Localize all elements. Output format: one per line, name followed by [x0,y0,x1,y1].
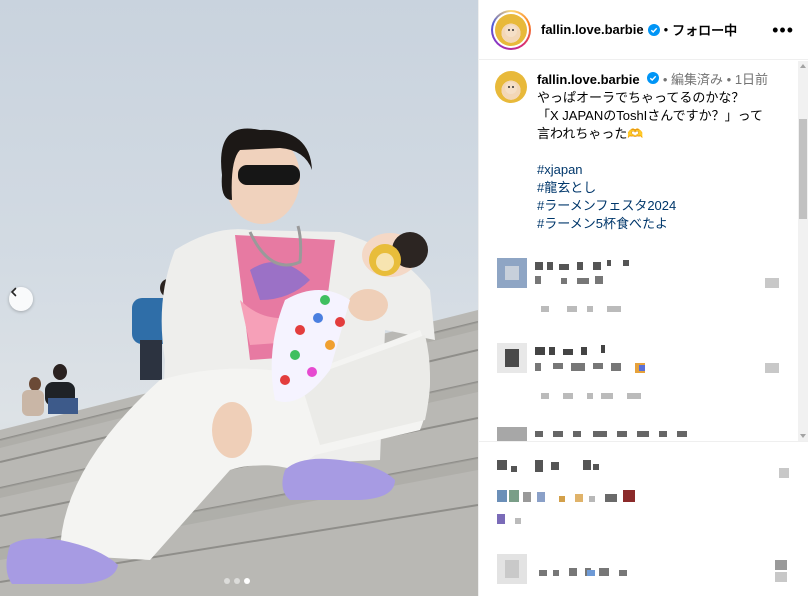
caption-line: 言われちゃった🫶 [537,126,644,141]
post-caption: fallin.love.barbie • 編集済み • 1日前 やっぱオーラでち… [479,61,808,233]
avatar[interactable] [495,13,527,46]
carousel-prev-button[interactable] [9,287,33,311]
blurred-comment-graphic [497,258,779,312]
comment-blurred [497,341,787,411]
hashtag-link[interactable]: #xjapan [537,161,777,179]
post-time[interactable]: 1日前 [735,72,768,87]
edited-label: 編集済み [671,72,724,87]
caption-username[interactable]: fallin.love.barbie [537,72,640,87]
chevron-left-icon [10,287,17,297]
carousel-dot-active [244,578,250,584]
blurred-actions-graphic [497,460,789,584]
comment-blurred [497,256,787,326]
scroll-up-arrow-icon[interactable] [800,64,806,68]
following-button[interactable]: フォロー中 [672,20,737,39]
scrollbar-thumb[interactable] [799,119,807,219]
caption-avatar[interactable] [495,71,527,103]
carousel-dot [224,578,230,584]
comments-scroll-area[interactable]: fallin.love.barbie • 編集済み • 1日前 やっぱオーラでち… [479,61,808,441]
hashtag-link[interactable]: #龍玄とし [537,179,777,197]
blurred-comment-graphic [497,343,779,399]
carousel-dot [234,578,240,584]
verified-badge-icon [647,72,660,84]
hashtag-link[interactable]: #ラーメンフェスタ2024 [537,197,777,215]
photo-scene [0,128,478,596]
verified-badge-icon [647,23,660,36]
post-header: fallin.love.barbie • フォロー中 ••• [479,0,808,60]
post-photo[interactable] [0,0,478,596]
scroll-down-arrow-icon[interactable] [800,434,806,438]
blurred-comment-graphic [497,427,687,441]
caption-line: 「X JAPANのToshIさんですか？」って [537,108,763,123]
story-ring[interactable] [491,9,531,50]
comments-scrollbar[interactable] [798,61,808,441]
carousel-indicator [224,578,250,584]
avatar-face-icon [505,24,517,37]
separator: • [663,22,669,37]
avatar-face-icon [505,82,517,94]
post-actions-area [479,441,808,596]
caption-line: やっぱオーラでちゃってるのかな？ [537,90,745,105]
more-options-icon[interactable]: ••• [772,21,794,39]
username-link[interactable]: fallin.love.barbie [541,22,644,37]
post-sidebar: fallin.love.barbie • フォロー中 ••• fallin.lo… [478,0,808,596]
hashtag-link[interactable]: #ラーメン5杯食べたよ [537,215,777,233]
comment-blurred [497,425,787,441]
